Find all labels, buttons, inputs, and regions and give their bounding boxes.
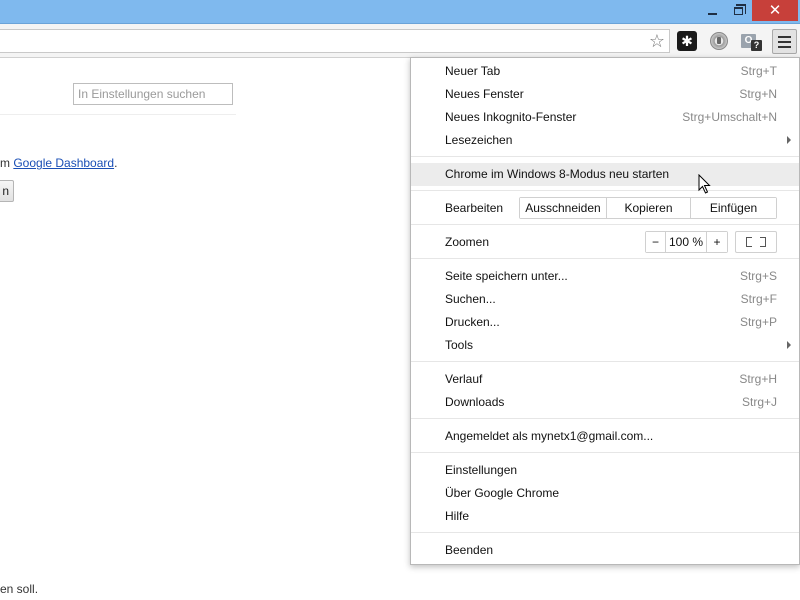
page-footer-text: en soll. (0, 582, 39, 596)
google-dashboard-link[interactable]: Google Dashboard (13, 156, 114, 170)
menu-item-bookmarks[interactable]: Lesezeichen (411, 129, 799, 152)
settings-search-input[interactable] (73, 83, 233, 105)
menu-separator (411, 418, 799, 419)
mouse-cursor-icon (698, 174, 711, 194)
close-icon: ✕ (768, 2, 782, 19)
menu-item-about[interactable]: Über Google Chrome (411, 482, 799, 505)
zoom-level: 100 % (666, 232, 707, 252)
menu-item-new-window[interactable]: Neues Fenster Strg+N (411, 83, 799, 106)
menu-item-settings[interactable]: Einstellungen (411, 459, 799, 482)
menu-item-print[interactable]: Drucken... Strg+P (411, 311, 799, 334)
menu-item-exit[interactable]: Beenden (411, 539, 799, 562)
minimize-button[interactable] (699, 0, 725, 21)
chrome-menu: Neuer Tab Strg+T Neues Fenster Strg+N Ne… (410, 57, 800, 565)
menu-item-incognito[interactable]: Neues Inkognito-Fenster Strg+Umschalt+N (411, 106, 799, 129)
page-action-button[interactable]: n (0, 180, 14, 202)
fullscreen-button[interactable] (735, 231, 777, 253)
menu-separator (411, 224, 799, 225)
menu-separator (411, 190, 799, 191)
window-title-bar: ✕ (0, 0, 800, 24)
menu-separator (411, 452, 799, 453)
dashboard-text: m Google Dashboard. (0, 156, 118, 170)
menu-item-tools[interactable]: Tools (411, 334, 799, 357)
minimize-icon (707, 12, 717, 15)
bookmark-star-icon[interactable]: ☆ (649, 31, 665, 51)
menu-item-signed-in[interactable]: Angemeldet als mynetx1@gmail.com... (411, 425, 799, 448)
copy-button[interactable]: Kopieren (606, 198, 690, 218)
restore-icon (733, 3, 746, 15)
menu-item-save-page[interactable]: Seite speichern unter... Strg+S (411, 265, 799, 288)
zoom-in-button[interactable]: + (707, 232, 727, 252)
menu-item-history[interactable]: Verlauf Strg+H (411, 368, 799, 391)
page-divider (0, 114, 236, 115)
outlook-badge: ? (751, 40, 762, 51)
menu-item-restart-windows8[interactable]: Chrome im Windows 8-Modus neu starten (411, 163, 799, 186)
menu-item-new-tab[interactable]: Neuer Tab Strg+T (411, 60, 799, 83)
cut-button[interactable]: Ausschneiden (520, 198, 606, 218)
submenu-arrow-icon (787, 341, 791, 349)
restore-button[interactable] (725, 0, 751, 21)
puzzle-extension-icon[interactable]: ✱ (677, 31, 697, 51)
zoom-out-button[interactable]: − (646, 232, 666, 252)
submenu-arrow-icon (787, 136, 791, 144)
menu-separator (411, 361, 799, 362)
outlook-extension-icon[interactable]: O ? (741, 31, 762, 51)
close-button[interactable]: ✕ (752, 0, 798, 21)
menu-separator (411, 532, 799, 533)
menu-separator (411, 258, 799, 259)
edit-button-group: Ausschneiden Kopieren Einfügen (519, 197, 777, 219)
shield-ring-icon (710, 32, 728, 50)
chrome-menu-button[interactable] (772, 29, 797, 54)
hamburger-icon (778, 35, 791, 38)
zoom-control: − 100 % + (645, 231, 728, 253)
menu-separator (411, 156, 799, 157)
paste-button[interactable]: Einfügen (690, 198, 776, 218)
menu-item-find[interactable]: Suchen... Strg+F (411, 288, 799, 311)
menu-item-downloads[interactable]: Downloads Strg+J (411, 391, 799, 414)
address-bar[interactable]: ☆ (0, 29, 670, 53)
shield-extension-icon[interactable] (709, 31, 729, 51)
menu-item-help[interactable]: Hilfe (411, 505, 799, 528)
